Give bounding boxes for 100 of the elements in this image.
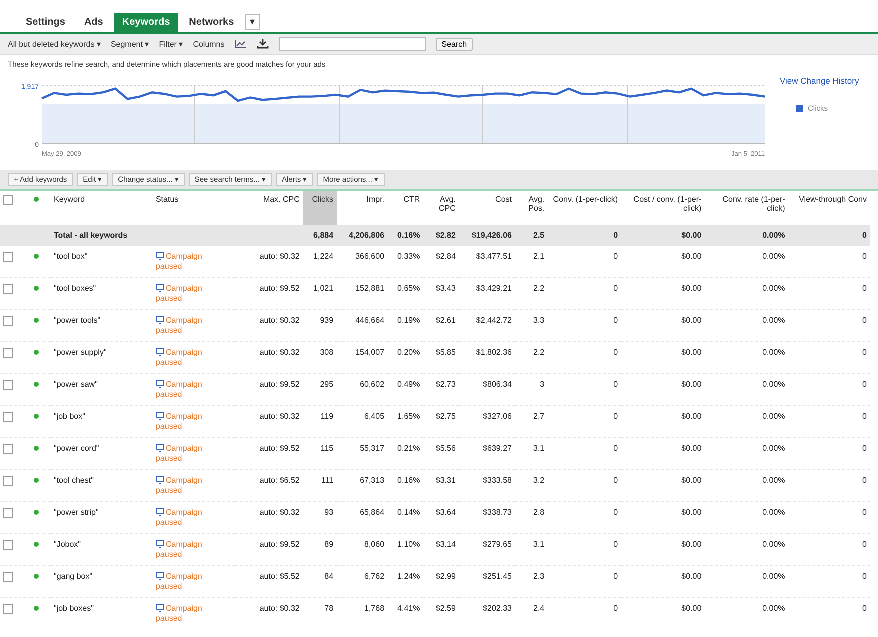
legend-swatch	[796, 105, 803, 112]
row-checkbox[interactable]	[3, 604, 13, 614]
table-cell: 1.10%	[388, 534, 424, 566]
search-button[interactable]: Search	[436, 38, 474, 50]
table-cell: auto: $0.32	[234, 598, 303, 629]
status-dot	[34, 382, 39, 387]
column-header[interactable]: Conv. rate (1-per-click)	[704, 191, 788, 225]
table-cell: 0	[548, 246, 622, 278]
column-header[interactable]: Avg. CPC	[423, 191, 459, 225]
total-cell: $0.00	[621, 225, 705, 246]
column-header[interactable]: Keyword	[50, 191, 153, 225]
table-cell: $2.73	[423, 374, 459, 406]
table-cell: $3,429.21	[458, 278, 515, 310]
row-checkbox[interactable]	[3, 412, 13, 422]
table-cell: $3.43	[423, 278, 459, 310]
status-dot	[34, 510, 39, 515]
dropdown-menu[interactable]: Segment ▾	[110, 40, 150, 48]
keyword-cell[interactable]: "Jobox"	[50, 534, 153, 566]
table-cell: $0.00	[621, 374, 705, 406]
column-header[interactable]: Impr.	[336, 191, 388, 225]
table-cell: auto: $0.32	[234, 310, 303, 342]
row-checkbox[interactable]	[3, 572, 13, 582]
table-cell: 2.2	[515, 342, 548, 374]
table-cell: 0	[548, 310, 622, 342]
column-header[interactable]: Cost / conv. (1-per-click)	[621, 191, 705, 225]
table-cell: 0.49%	[388, 374, 424, 406]
total-cell: 2.5	[515, 225, 548, 246]
row-checkbox[interactable]	[3, 540, 13, 550]
column-header[interactable]: Cost	[458, 191, 515, 225]
column-header[interactable]: View-through Conv	[788, 191, 870, 225]
dropdown-menu[interactable]: All but deleted keywords ▾	[8, 40, 101, 48]
table-cell: $806.34	[458, 374, 515, 406]
table-cell: 939	[302, 310, 337, 342]
column-header[interactable]: CTR	[388, 191, 424, 225]
table-cell: $0.00	[621, 470, 705, 502]
table-cell: 0	[548, 598, 622, 629]
table-cell: auto: $9.52	[234, 438, 303, 470]
row-checkbox[interactable]	[3, 252, 13, 262]
table-cell: 0	[548, 438, 622, 470]
row-checkbox[interactable]	[3, 316, 13, 326]
keyword-cell[interactable]: "tool chest"	[50, 470, 153, 502]
table-cell: 152,881	[336, 278, 388, 310]
row-checkbox[interactable]	[3, 348, 13, 358]
monitor-icon	[156, 572, 164, 580]
keyword-cell[interactable]: "power tools"	[50, 310, 153, 342]
table-cell: 0.21%	[388, 438, 424, 470]
keyword-cell[interactable]: "job boxes"	[50, 598, 153, 629]
table-cell: $2.75	[423, 406, 459, 438]
table-cell: $639.27	[458, 438, 515, 470]
status-dot	[34, 446, 39, 451]
columns-button[interactable]: Columns	[193, 40, 225, 48]
status-dot	[34, 318, 39, 323]
select-all-checkbox[interactable]	[3, 195, 13, 205]
table-cell: 0.00%	[704, 502, 788, 534]
table-cell: $279.65	[458, 534, 515, 566]
table-cell: 0	[788, 438, 870, 470]
row-checkbox[interactable]	[3, 508, 13, 518]
column-header[interactable]: Clicks	[302, 191, 337, 225]
keyword-cell[interactable]: "power strip"	[50, 502, 153, 534]
more-tab[interactable]: ▾	[245, 14, 260, 30]
row-checkbox[interactable]	[3, 476, 13, 486]
table-cell: 0	[548, 566, 622, 598]
column-header[interactable]: Max. CPC	[234, 191, 303, 225]
table-cell: $251.45	[458, 566, 515, 598]
keyword-cell[interactable]: "power supply"	[50, 342, 153, 374]
tab[interactable]: Keywords	[114, 13, 178, 32]
table-cell: 0.00%	[704, 534, 788, 566]
download-icon[interactable]	[256, 39, 269, 49]
keyword-cell[interactable]: "job box"	[50, 406, 153, 438]
column-header[interactable]: Conv. (1-per-click)	[548, 191, 622, 225]
keyword-cell[interactable]: "power cord"	[50, 438, 153, 470]
table-cell: 2.8	[515, 502, 548, 534]
monitor-icon	[156, 604, 164, 612]
status-dot	[34, 574, 39, 579]
total-cell: 4,206,806	[336, 225, 388, 246]
keyword-cell[interactable]: "tool boxes"	[50, 278, 153, 310]
monitor-icon	[156, 476, 164, 484]
total-cell: 0	[548, 225, 622, 246]
keyword-cell[interactable]: "gang box"	[50, 566, 153, 598]
table-cell: 2.3	[515, 566, 548, 598]
table-cell: 0	[788, 278, 870, 310]
table-cell: auto: $0.32	[234, 342, 303, 374]
row-checkbox[interactable]	[3, 284, 13, 294]
search-field[interactable]	[278, 37, 426, 51]
total-cell: 0.00%	[704, 225, 788, 246]
table-cell: 65,864	[336, 502, 388, 534]
keyword-cell[interactable]: "power saw"	[50, 374, 153, 406]
row-checkbox[interactable]	[3, 380, 13, 390]
table-cell: auto: $5.52	[234, 566, 303, 598]
row-checkbox[interactable]	[3, 444, 13, 454]
table-cell: 115	[302, 438, 337, 470]
column-header[interactable]: Status	[152, 191, 235, 225]
view-change-history-link[interactable]: View Change History	[780, 76, 860, 86]
line-chart-icon[interactable]	[234, 39, 247, 49]
table-cell: 2.2	[515, 278, 548, 310]
table-cell: 366,600	[336, 246, 388, 278]
table-cell: $5.56	[423, 438, 459, 470]
keyword-cell[interactable]: "tool box"	[50, 246, 153, 278]
column-header[interactable]: Avg. Pos.	[515, 191, 548, 225]
dropdown-menu[interactable]: Filter ▾	[159, 40, 184, 48]
